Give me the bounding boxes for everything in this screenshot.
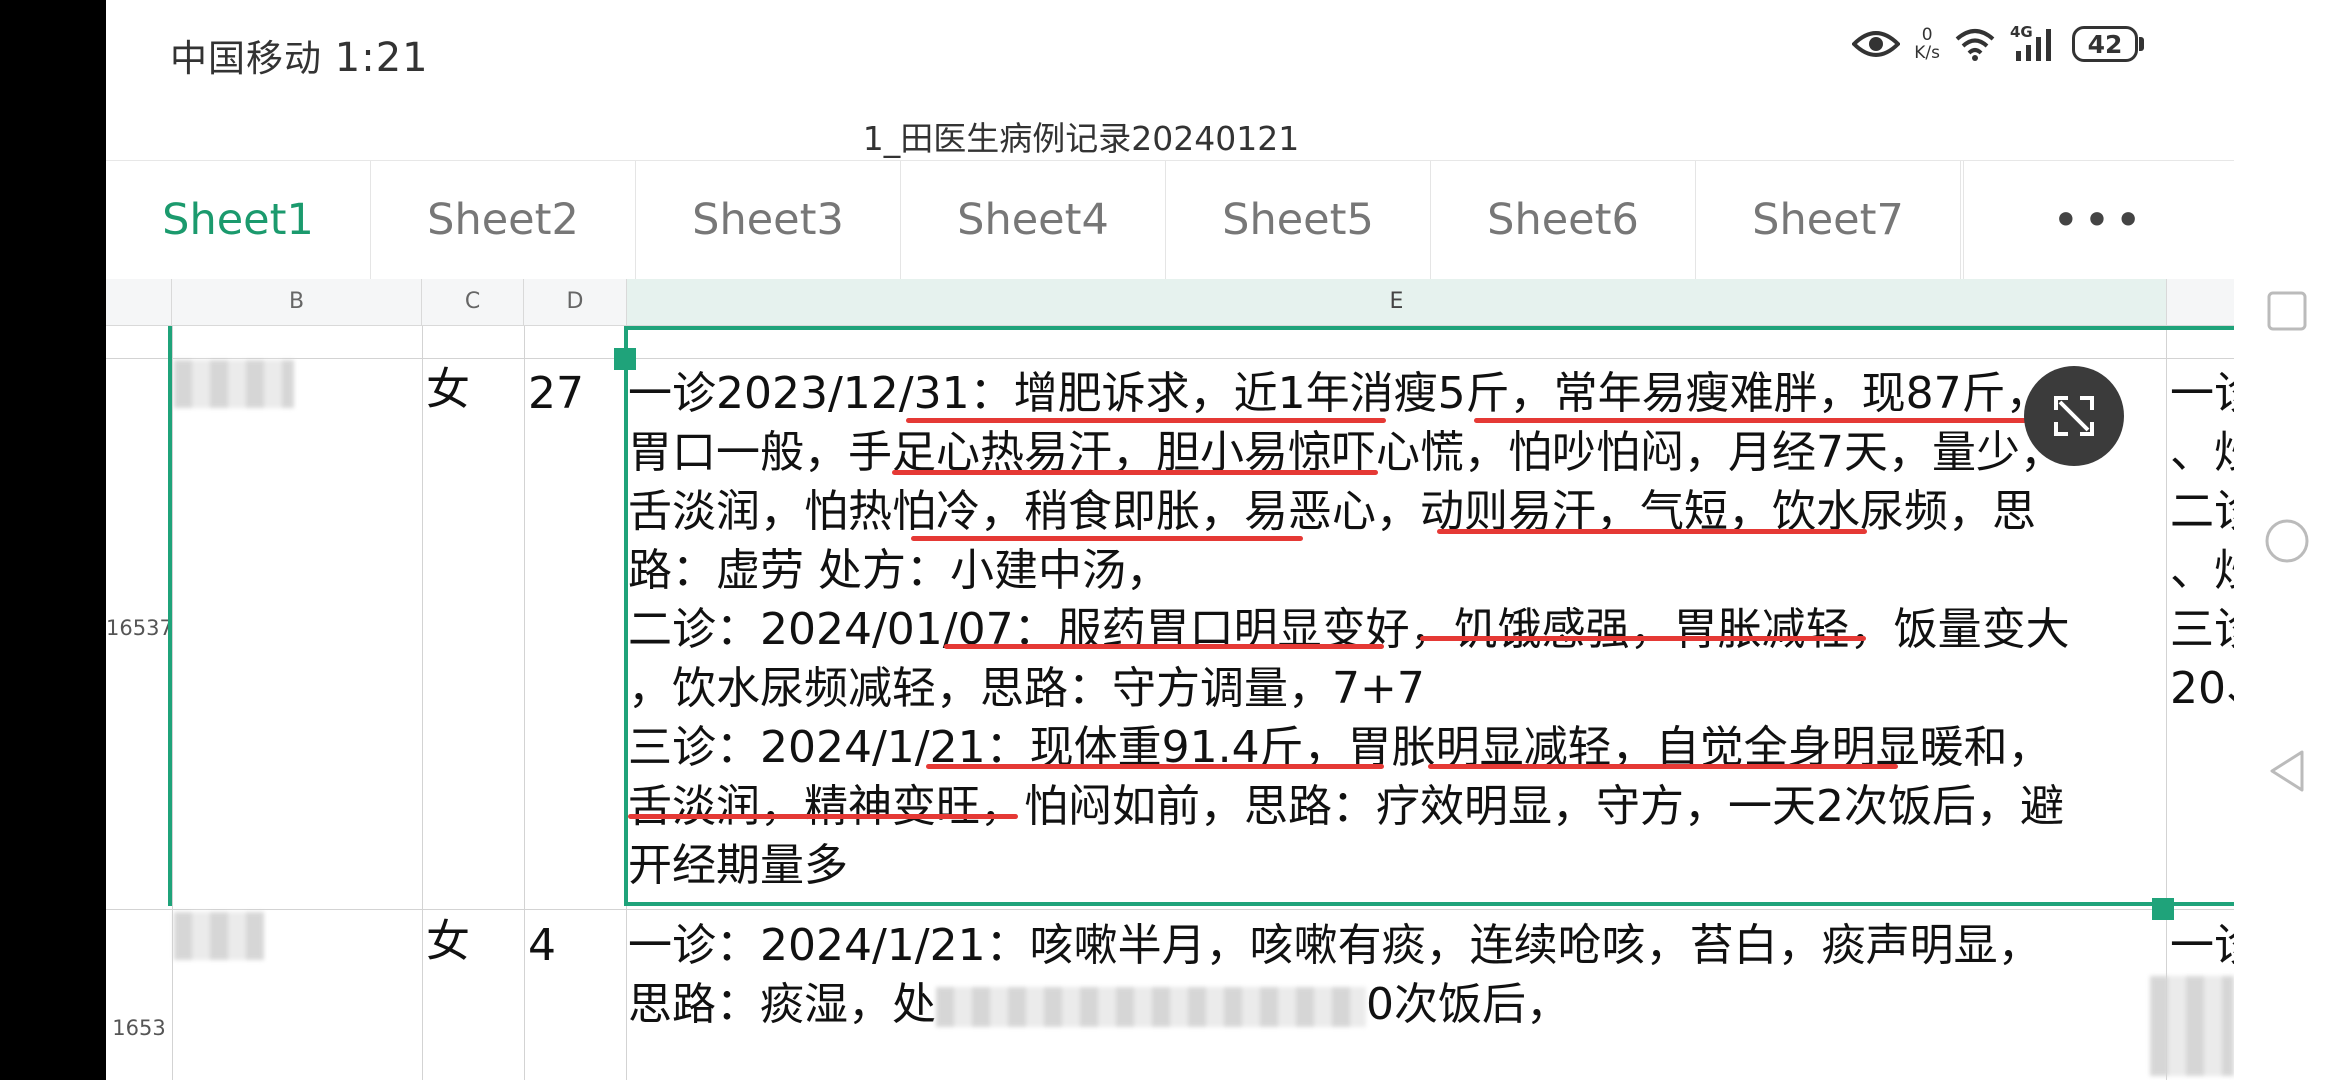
more-dots-icon: ••• [2052,193,2146,247]
grid-line [524,326,525,1080]
record-line: 一诊：2024/1/21：咳嗽半月，咳嗽有痰，连续呛咳，苔白，痰声明显， [628,920,2042,971]
row-selection-bar [168,326,172,906]
tab-sheet3[interactable]: Sheet3 [636,161,901,279]
battery-level: 42 [2087,29,2123,59]
age-cell[interactable]: 27 [528,364,584,424]
sheet-tabs: Sheet1 Sheet2 Sheet3 Sheet4 Sheet5 Sheet… [106,160,2234,280]
wifi-icon [1955,29,1995,61]
next-column-cell[interactable]: 一诊：炙 [2170,916,2234,976]
corner-cell[interactable] [106,279,172,325]
circle-icon [2265,519,2309,563]
tab-sheet6[interactable]: Sheet6 [1431,161,1696,279]
record-line: 思路：痰湿，处 0次饭后， [628,975,2042,1034]
record-text: 思路：痰湿，处 [628,979,936,1030]
more-tabs-button[interactable]: ••• [1963,161,2234,279]
status-bar: 中国移动 1:21 0 K/s 4G 42 [106,0,2234,100]
tab-sheet1[interactable]: Sheet1 [106,161,371,279]
age-cell[interactable]: 4 [528,916,556,976]
eye-icon [1852,31,1901,57]
column-header-e[interactable]: E [627,279,2167,325]
gender-cell[interactable]: 女 [426,912,470,972]
home-button[interactable] [2234,518,2340,564]
record-cell[interactable]: 一诊：2024/1/21：咳嗽半月，咳嗽有痰，连续呛咳，苔白，痰声明显， 思路：… [628,916,2042,1034]
blurred-name [174,360,294,408]
row-number[interactable]: 1653 [106,1016,172,1040]
selected-cell-border [624,326,2234,906]
cell-grid: 16537 女 27 一诊2023/12/31：增肥诉求，近1年消瘦5斤，常年易… [106,326,2234,1080]
net-speed-value: 0 [1921,25,1933,45]
tab-sheet4[interactable]: Sheet4 [901,161,1166,279]
blurred-text [2150,976,2234,1076]
recent-apps-button[interactable] [2234,290,2340,332]
square-icon [2267,291,2307,331]
triangle-back-icon [2270,750,2304,792]
gender-cell[interactable]: 女 [426,360,470,420]
blurred-text [936,987,1366,1027]
net-speed-unit: K/s [1914,43,1940,63]
grid-line [172,326,173,1080]
signal-indicator: 4G [2010,23,2058,61]
grid-line [422,326,423,1080]
column-header-b[interactable]: B [172,279,422,325]
signal-bars-icon [2016,29,2051,61]
status-icons: 0 K/s 4G 42 [1852,23,2144,62]
spreadsheet-screen: 中国移动 1:21 0 K/s 4G 42 1_田医生病例记录20240121 … [106,0,2234,1080]
selection-handle-top[interactable] [614,348,636,370]
record-text: 0次饭后， [1366,979,1570,1030]
left-black-strip [0,0,106,1080]
clock: 1:21 [334,35,429,81]
tab-sheet5[interactable]: Sheet5 [1166,161,1431,279]
back-button[interactable] [2234,748,2340,794]
tab-sheet7[interactable]: Sheet7 [1696,161,1961,279]
row-number[interactable]: 16537 [106,616,173,640]
column-header: B C D E [106,279,2234,326]
net-speed: 0 K/s [1914,26,1940,62]
column-header-d[interactable]: D [524,279,627,325]
battery-icon: 42 [2072,26,2144,62]
tab-sheet2[interactable]: Sheet2 [371,161,636,279]
expand-icon [2054,396,2094,436]
blurred-name [174,912,264,960]
column-header-c[interactable]: C [422,279,524,325]
carrier-name: 中国移动 [170,37,322,80]
grid-line [106,909,2234,910]
carrier-time: 中国移动 1:21 [170,28,429,82]
fullscreen-button[interactable] [2024,366,2124,466]
document-title: 1_田医生病例记录20240121 [862,119,1300,158]
navigation-bar [2234,0,2340,1080]
